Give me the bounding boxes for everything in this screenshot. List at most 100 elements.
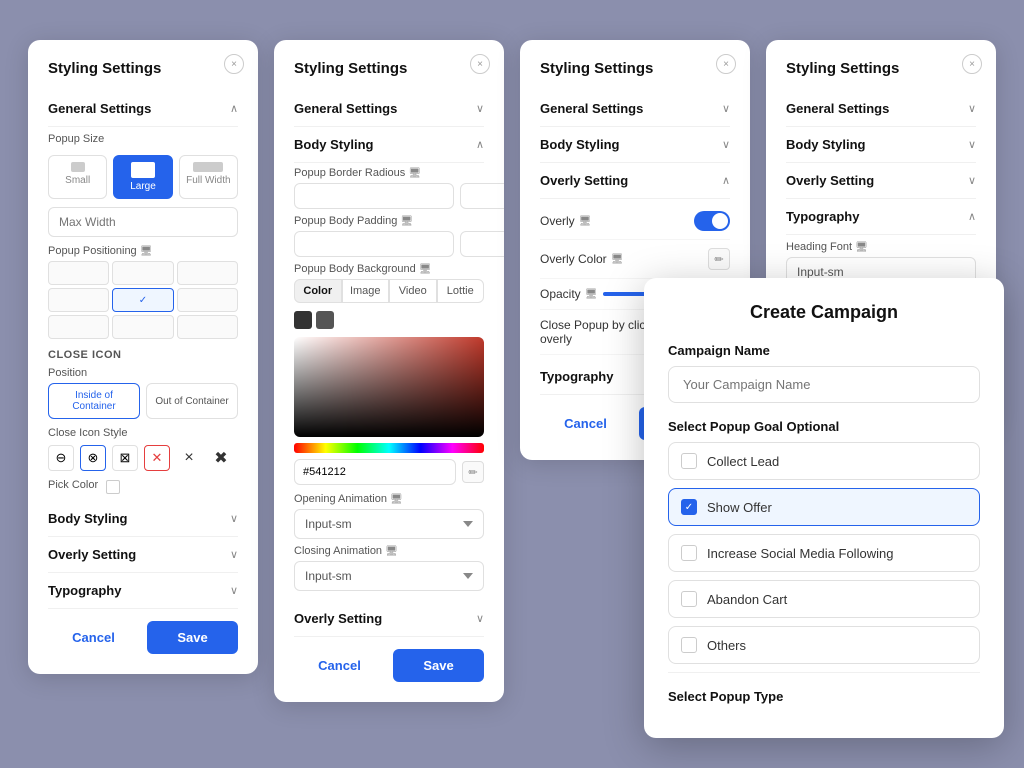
option-show-offer[interactable]: ✓ Show Offer [668,488,980,526]
social-media-checkbox[interactable] [681,545,697,561]
pos-mid-right[interactable] [177,288,238,312]
pick-color-checkbox[interactable] [106,480,120,494]
chevron-4-typo: ∧ [968,210,976,223]
social-media-label: Increase Social Media Following [707,546,893,561]
heading-font-monitor: 🖥 [855,242,868,253]
pos-bot-left[interactable] [48,315,109,339]
overly-setting-header-1[interactable]: Overly Setting ∨ [48,537,238,573]
icon-red-x[interactable]: ✕ [144,445,170,471]
size-large[interactable]: Large [113,155,172,199]
typo-label-3: Typography [540,369,613,384]
color-spectrum-bar[interactable] [294,443,484,453]
overly-toggle-row: Overly 🖥 [540,203,730,240]
pos-top-center[interactable] [112,261,173,285]
overly-toggle-label: Overly 🖥 [540,214,591,228]
color-edit-button[interactable]: ✏ [462,461,484,483]
border-radius-label: Popup Border Radious 🖥 [294,167,484,179]
overly-setting-label-2: Overly Setting [294,611,382,626]
body-styling-header-1[interactable]: Body Styling ∨ [48,501,238,537]
overly-setting-header-3[interactable]: Overly Setting ∧ [540,163,730,199]
closing-animation-label: Closing Animation 🖥 [294,545,484,557]
opening-monitor: 🖥 [390,494,403,505]
panel-2-close[interactable]: × [470,54,490,74]
campaign-name-input[interactable] [668,366,980,403]
general-settings-header-2[interactable]: General Settings ∨ [294,91,484,127]
tab-video[interactable]: Video [389,279,437,303]
cancel-button-1[interactable]: Cancel [48,621,139,654]
icon-bold-x[interactable]: ✖ [208,445,234,471]
overly-setting-header-2[interactable]: Overly Setting ∨ [294,601,484,637]
color-picker-canvas[interactable] [294,337,484,437]
icon-circle-x[interactable]: ⊖ [48,445,74,471]
overly-setting-label-1: Overly Setting [48,547,136,562]
heading-font-label: Heading Font 🖥 [786,241,976,253]
swatch-medium[interactable] [316,311,334,329]
panel-3-close[interactable]: × [716,54,736,74]
option-social-media[interactable]: Increase Social Media Following [668,534,980,572]
chevron-4-general: ∨ [968,102,976,115]
chevron-4-body: ∨ [968,138,976,151]
body-styling-header-3[interactable]: Body Styling ∨ [540,127,730,163]
general-settings-header-3[interactable]: General Settings ∨ [540,91,730,127]
cancel-button-2[interactable]: Cancel [294,649,385,682]
collect-lead-label: Collect Lead [707,454,779,469]
save-button-2[interactable]: Save [393,649,484,682]
body-styling-header-2[interactable]: Body Styling ∧ [294,127,484,163]
typography-header-4[interactable]: Typography ∧ [786,199,976,235]
others-checkbox[interactable] [681,637,697,653]
overly-setting-header-4[interactable]: Overly Setting ∨ [786,163,976,199]
color-swatches [294,311,484,329]
overly-color-edit[interactable]: ✏ [708,248,730,270]
chevron-2-general: ∨ [476,102,484,115]
border-radius-input-1[interactable] [294,183,454,209]
cancel-button-3[interactable]: Cancel [540,407,631,440]
bg-tab-group: Color Image Video Lottie [294,279,484,303]
pos-bot-center[interactable] [112,315,173,339]
chevron-3-overly: ∧ [722,174,730,187]
overly-toggle[interactable] [694,211,730,231]
panel-1-close[interactable]: × [224,54,244,74]
pos-top-right[interactable] [177,261,238,285]
icon-filled-x[interactable]: ⊗ [80,445,106,471]
tab-image[interactable]: Image [342,279,390,303]
border-radius-input-2[interactable] [460,183,504,209]
pos-mid-center[interactable]: ✓ [112,288,173,312]
max-width-input[interactable] [48,207,238,237]
body-styling-header-4[interactable]: Body Styling ∨ [786,127,976,163]
typography-header-1[interactable]: Typography ∨ [48,573,238,609]
popup-type-section: Select Popup Type [668,672,980,704]
closing-animation-select[interactable]: Input-sm [294,561,484,591]
pos-mid-left[interactable] [48,288,109,312]
swatch-dark[interactable] [294,311,312,329]
create-campaign-modal: Create Campaign Campaign Name Select Pop… [644,278,1004,738]
popup-size-label: Popup Size [48,133,238,145]
inside-container-btn[interactable]: Inside of Container [48,383,140,419]
abandon-cart-checkbox[interactable] [681,591,697,607]
size-small[interactable]: Small [48,155,107,199]
collect-lead-checkbox[interactable] [681,453,697,469]
pos-bot-right[interactable] [177,315,238,339]
campaign-name-label: Campaign Name [668,343,980,358]
general-settings-label-1: General Settings [48,101,151,116]
icon-box-x[interactable]: ⊠ [112,445,138,471]
tab-lottie[interactable]: Lottie [437,279,485,303]
save-button-1[interactable]: Save [147,621,238,654]
body-padding-input-1[interactable] [294,231,454,257]
opening-animation-select[interactable]: Input-sm [294,509,484,539]
option-collect-lead[interactable]: Collect Lead [668,442,980,480]
general-settings-header-4[interactable]: General Settings ∨ [786,91,976,127]
option-abandon-cart[interactable]: Abandon Cart [668,580,980,618]
general-settings-header-1[interactable]: General Settings ∧ [48,91,238,127]
icon-plain-x[interactable]: × [176,445,202,471]
panel-4-close[interactable]: × [962,54,982,74]
chevron-up-1: ∧ [230,102,238,115]
pos-top-left[interactable] [48,261,109,285]
body-padding-input-2[interactable] [460,231,504,257]
size-full-width[interactable]: Full Width [179,155,238,199]
hex-input[interactable] [294,459,456,485]
tab-color[interactable]: Color [294,279,342,303]
body-chevron-1: ∨ [230,512,238,525]
outside-container-btn[interactable]: Out of Container [146,383,238,419]
option-others[interactable]: Others [668,626,980,664]
show-offer-checkbox[interactable]: ✓ [681,499,697,515]
